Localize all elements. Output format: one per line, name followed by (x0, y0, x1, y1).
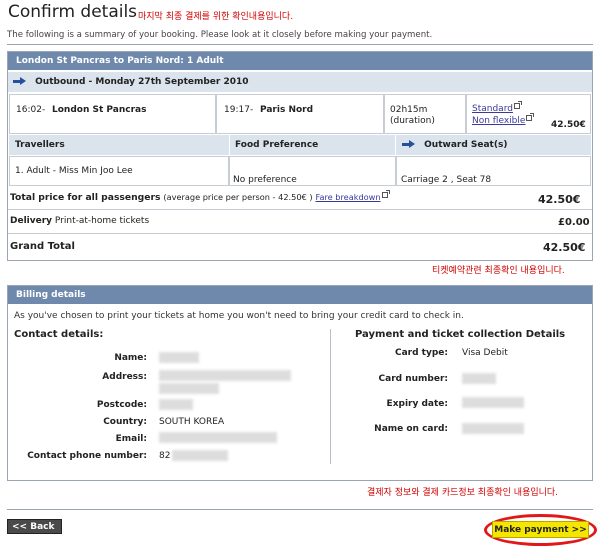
redacted-card-number (462, 373, 496, 384)
arrow-right-icon (402, 140, 415, 149)
booking-header: London St Pancras to Paris Nord: 1 Adult (8, 52, 592, 70)
billing-header: Billing details (8, 286, 592, 304)
footer-divider (7, 509, 593, 510)
fare-price: 42.50€ (551, 120, 586, 130)
flex-link[interactable]: Non flexible (472, 113, 535, 126)
name-on-card-label: Name on card: (374, 424, 448, 434)
external-link-icon (381, 190, 390, 198)
duration-value: 02h15m (390, 105, 428, 115)
redacted-name-on-card (462, 423, 524, 434)
booking-annotation: 티켓예약관련 최종확인 내용입니다. (432, 266, 565, 276)
column-divider (330, 329, 331, 464)
grand-total-value: 42.50€ (543, 241, 586, 254)
redacted-postcode (159, 399, 193, 410)
billing-annotation: 결제자 정보와 결제 카드정보 최종확인 내용입니다. (367, 488, 559, 498)
food-header: Food Preference (230, 135, 395, 155)
redacted-email (159, 432, 277, 443)
arrival-station: Paris Nord (260, 105, 314, 115)
seat-value: Carriage 2 , Seat 78 (401, 175, 492, 185)
email-label: Email: (115, 434, 147, 444)
name-label: Name: (114, 353, 147, 363)
country-value: SOUTH KOREA (159, 417, 225, 427)
phone-prefix: 82 (159, 451, 171, 461)
redacted-address-2 (159, 383, 219, 394)
class-link[interactable]: Standard (472, 101, 522, 114)
outbound-label: Outbound - Monday 27th September 2010 (35, 77, 249, 87)
back-button[interactable]: << Back (7, 519, 62, 534)
external-link-icon (513, 101, 522, 109)
expiry-label: Expiry date: (386, 399, 448, 409)
page-title: Confirm details (8, 2, 138, 22)
total-row: Total price for all passengers (average … (10, 190, 390, 203)
outbound-bar: Outbound - Monday 27th September 2010 (8, 72, 592, 92)
phone-label: Contact phone number: (27, 451, 147, 461)
arrow-right-icon (13, 77, 26, 86)
redacted-phone (172, 450, 228, 461)
make-payment-button[interactable]: Make payment >> (492, 521, 589, 538)
postcode-label: Postcode: (96, 400, 147, 410)
redacted-name (159, 352, 199, 363)
departure-time: 16:02 (16, 105, 42, 115)
title-annotation: 마지막 최종 결제를 위한 확인내용입니다. (138, 12, 294, 22)
grand-total-label: Grand Total (10, 241, 75, 252)
divider (7, 44, 593, 45)
delivery-row: Delivery Print-at-home tickets (10, 216, 150, 226)
external-link-icon (526, 113, 535, 121)
intro-text: The following is a summary of your booki… (7, 30, 433, 40)
contact-title: Contact details: (14, 329, 104, 340)
seat-header: Outward Seat(s) (396, 135, 591, 155)
redacted-expiry (462, 397, 524, 408)
payment-title: Payment and ticket collection Details (355, 329, 566, 340)
duration-label: (duration) (390, 116, 435, 126)
departure-station: London St Pancras (52, 105, 147, 115)
address-label: Address: (102, 372, 147, 382)
arrival-time: 19:17 (224, 105, 250, 115)
card-type-label: Card type: (394, 348, 448, 358)
food-value: No preference (233, 175, 297, 185)
billing-intro: As you've chosen to print your tickets a… (14, 311, 464, 321)
fare-breakdown-link[interactable]: Fare breakdown (315, 192, 380, 202)
country-label: Country: (103, 417, 147, 427)
redacted-address (159, 370, 291, 381)
traveller-name: 1. Adult - Miss Min Joo Lee (15, 166, 133, 176)
card-type-value: Visa Debit (462, 348, 508, 358)
travellers-header: Travellers (9, 135, 229, 155)
delivery-price: £0.00 (558, 217, 590, 228)
total-value: 42.50€ (538, 193, 581, 206)
card-number-label: Card number: (378, 374, 448, 384)
